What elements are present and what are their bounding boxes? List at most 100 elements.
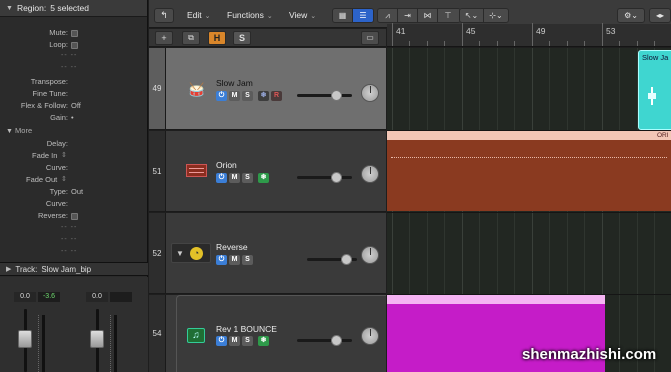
reverse-label: Reverse: bbox=[37, 211, 68, 220]
right-fader-knob[interactable] bbox=[90, 330, 104, 348]
type-row[interactable]: Type: Out bbox=[0, 186, 148, 197]
mute-row[interactable]: Mute: bbox=[0, 27, 148, 38]
power-icon[interactable]: ⏻ bbox=[216, 173, 227, 183]
settings-gear-icon[interactable]: ⚙⌄ bbox=[617, 8, 645, 23]
type-value[interactable]: Out bbox=[71, 186, 83, 197]
hide-tracks-button[interactable]: H bbox=[208, 31, 226, 45]
track-header-slow-jam[interactable]: 49 🥁 Slow Jam ⏻ M S ❄ R bbox=[149, 48, 386, 130]
track-header-reverse[interactable]: 52 ▼ ◔ Reverse ⏻ M S bbox=[149, 213, 386, 294]
freeze-icon[interactable]: ❄ bbox=[258, 336, 269, 346]
pointer-tool-segment[interactable]: ↖⌄ ⊹⌄ bbox=[459, 8, 509, 23]
edit-menu[interactable]: Edit ⌄ bbox=[187, 8, 211, 23]
grid-view-icon[interactable]: ▦ bbox=[333, 9, 353, 22]
volume-slider[interactable] bbox=[297, 90, 352, 101]
curve2-row[interactable]: Curve: bbox=[0, 198, 148, 209]
disclosure-triangle-icon[interactable]: ▼ bbox=[176, 249, 184, 258]
mute-button[interactable]: M bbox=[229, 255, 240, 265]
fade-out-row[interactable]: Fade Out ⇕ bbox=[0, 174, 148, 185]
solo-button[interactable]: S bbox=[242, 255, 253, 265]
volume-knob[interactable] bbox=[341, 254, 352, 265]
power-icon[interactable]: ⏻ bbox=[216, 255, 227, 265]
volume-knob[interactable] bbox=[331, 90, 342, 101]
region-orion[interactable]: ORI bbox=[387, 131, 671, 211]
disclosure-triangle-icon[interactable]: ▼ bbox=[6, 128, 13, 135]
mute-button[interactable]: M bbox=[229, 336, 240, 346]
updown-chevron-icon[interactable]: ⇕ bbox=[61, 150, 67, 161]
right-volume-readout[interactable]: 0.0 bbox=[86, 292, 108, 302]
fade-in-row[interactable]: Fade In ⇕ bbox=[0, 150, 148, 161]
track-header-rev-bounce[interactable]: 54 ♫ Rev 1 BOUNCE ⏻ M S ❄ bbox=[149, 295, 386, 372]
track-name[interactable]: Slow Jam bbox=[216, 78, 253, 88]
volume-knob[interactable] bbox=[331, 335, 342, 346]
power-icon[interactable]: ⏻ bbox=[216, 91, 227, 101]
snap-icon[interactable]: ⊤ bbox=[438, 9, 458, 22]
solo-track-button[interactable]: S bbox=[233, 31, 251, 45]
loop-label: Loop: bbox=[49, 40, 68, 49]
loop-checkbox[interactable] bbox=[71, 41, 78, 49]
pan-knob[interactable] bbox=[361, 246, 379, 264]
track-name[interactable]: Reverse bbox=[216, 242, 248, 252]
freeze-icon[interactable]: ❄ bbox=[258, 91, 269, 101]
power-icon[interactable]: ⏻ bbox=[216, 336, 227, 346]
reverse-row[interactable]: Reverse: bbox=[0, 210, 148, 221]
secondary-tool-icon[interactable]: ⊹⌄ bbox=[484, 9, 508, 22]
volume-slider[interactable] bbox=[297, 335, 352, 346]
automation-icon[interactable]: ⩘ bbox=[378, 9, 398, 22]
pan-knob[interactable] bbox=[361, 84, 379, 102]
track-number: 51 bbox=[149, 131, 166, 211]
mute-button[interactable]: M bbox=[229, 173, 240, 183]
add-track-button[interactable]: + bbox=[155, 31, 173, 45]
track-name[interactable]: Rev 1 BOUNCE bbox=[216, 324, 277, 334]
disclosure-triangle-icon[interactable]: ▶ bbox=[6, 265, 11, 273]
pan-knob[interactable] bbox=[361, 327, 379, 345]
folder-stack-toggle[interactable]: ▼ ◔ bbox=[171, 243, 211, 263]
tool-segment[interactable]: ⩘ ⇥ ⋈ ⊤ bbox=[377, 8, 461, 23]
pointer-tool-icon[interactable]: ↖⌄ bbox=[460, 9, 485, 22]
track-inspector-header[interactable]: ▶ Track: Slow Jam_bip bbox=[0, 262, 148, 276]
solo-button[interactable]: S bbox=[242, 91, 253, 101]
reverse-checkbox[interactable] bbox=[71, 212, 78, 220]
view-mode-segment[interactable]: ▦ ☰ bbox=[332, 8, 374, 23]
mute-checkbox[interactable] bbox=[71, 29, 78, 37]
fine-tune-row[interactable]: Fine Tune: bbox=[0, 88, 148, 99]
left-fader-knob[interactable] bbox=[18, 330, 32, 348]
solo-button[interactable]: S bbox=[242, 336, 253, 346]
duplicate-track-icon[interactable]: ⧉ bbox=[182, 31, 200, 45]
curve-row[interactable]: Curve: bbox=[0, 162, 148, 173]
gain-row[interactable]: Gain: • bbox=[0, 112, 148, 123]
track-name[interactable]: Orion bbox=[216, 160, 237, 170]
timeline-ruler[interactable]: 41 45 49 53 bbox=[387, 23, 671, 47]
solo-button[interactable]: S bbox=[242, 173, 253, 183]
flex-icon[interactable]: ⇥ bbox=[398, 9, 418, 22]
flex-follow-row[interactable]: Flex & Follow: Off bbox=[0, 100, 148, 111]
back-arrow-icon[interactable]: ↰ bbox=[154, 8, 174, 23]
delay-row[interactable]: Delay: bbox=[0, 138, 148, 149]
pan-knob[interactable] bbox=[361, 165, 379, 183]
functions-menu[interactable]: Functions ⌄ bbox=[227, 8, 273, 23]
more-section-header[interactable]: ▼ More bbox=[6, 126, 32, 135]
arrange-area[interactable]: Slow Ja ORI bbox=[387, 48, 671, 372]
region-slow-jam[interactable]: Slow Ja bbox=[638, 50, 671, 130]
watermark: shenmazhishi.com bbox=[522, 346, 657, 363]
volume-slider[interactable] bbox=[297, 172, 352, 183]
track-header-orion[interactable]: 51 Orion ⏻ M S ❄ bbox=[149, 131, 386, 212]
transpose-row[interactable]: Transpose: bbox=[0, 76, 148, 87]
ruler-tick bbox=[637, 41, 638, 46]
flex-follow-value[interactable]: Off bbox=[71, 100, 81, 111]
zoom-width-icon[interactable]: ◂▸ bbox=[649, 8, 671, 23]
tracks-view-icon[interactable]: ☰ bbox=[353, 9, 373, 22]
view-menu[interactable]: View ⌄ bbox=[289, 8, 316, 23]
track-list-menu-icon[interactable]: ▭ bbox=[361, 31, 379, 45]
catch-icon[interactable]: ⋈ bbox=[418, 9, 438, 22]
volume-knob[interactable] bbox=[331, 172, 342, 183]
freeze-icon[interactable]: ❄ bbox=[258, 173, 269, 183]
region-inspector-header[interactable]: ▼ Region: 5 selected bbox=[0, 0, 147, 17]
record-button[interactable]: R bbox=[271, 91, 282, 101]
left-volume-readout[interactable]: 0.0 bbox=[14, 292, 36, 302]
volume-slider[interactable] bbox=[307, 254, 357, 265]
updown-chevron-icon[interactable]: ⇕ bbox=[61, 174, 67, 185]
mute-button[interactable]: M bbox=[229, 91, 240, 101]
loop-row[interactable]: Loop: bbox=[0, 39, 148, 50]
disclosure-triangle-icon[interactable]: ▼ bbox=[6, 5, 13, 12]
gain-value[interactable]: • bbox=[71, 112, 74, 123]
